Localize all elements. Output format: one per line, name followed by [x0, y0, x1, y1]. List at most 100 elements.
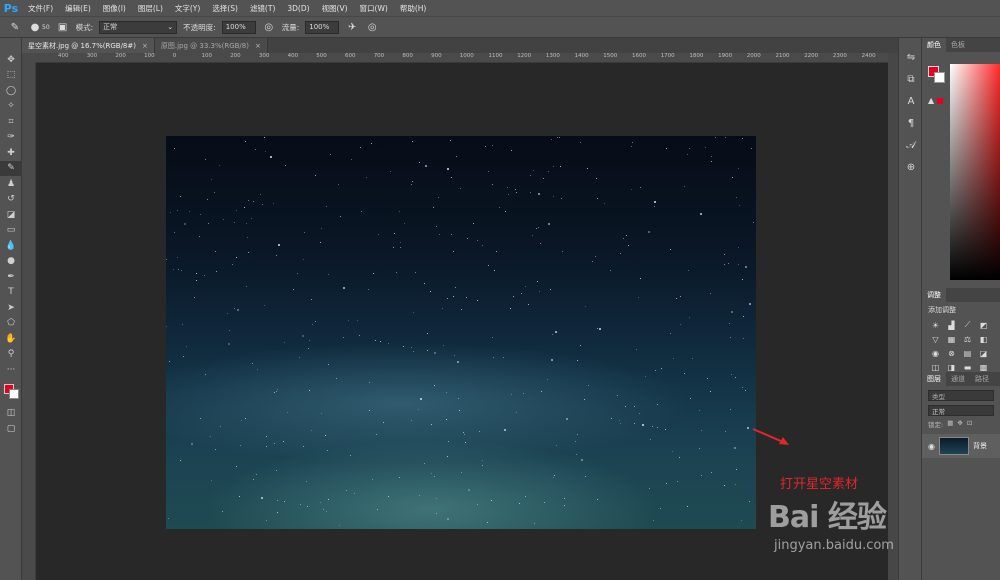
levels-icon[interactable]: ▟ — [946, 320, 957, 330]
menu-image[interactable]: 图像(I) — [97, 3, 132, 14]
background-color-swatch[interactable] — [9, 388, 19, 399]
opacity-input[interactable]: 100% — [221, 20, 256, 34]
black-white-icon[interactable]: ◧ — [978, 334, 989, 344]
gamut-swatch[interactable] — [937, 98, 943, 104]
glyph-icon[interactable]: 𝒜 — [899, 134, 923, 156]
tab-swatches[interactable]: 色板 — [946, 38, 970, 52]
pressure-opacity-icon[interactable]: ◎ — [262, 20, 276, 34]
type-tool-icon[interactable]: T — [0, 285, 22, 301]
menu-window[interactable]: 窗口(W) — [354, 3, 394, 14]
selective-color-icon[interactable]: ▩ — [978, 362, 989, 372]
chevron-down-icon: ⌄ — [167, 23, 174, 31]
tab-adjustments[interactable]: 调整 — [922, 288, 946, 302]
path-select-tool-icon[interactable]: ➤ — [0, 300, 22, 316]
brightness-icon[interactable]: ☀ — [930, 320, 941, 330]
star-dot — [518, 502, 520, 504]
blend-mode-select[interactable]: 正常 — [928, 405, 994, 416]
blur-tool-icon[interactable]: 💧 — [0, 238, 22, 254]
color-picker-field[interactable] — [950, 64, 1000, 280]
layer-row[interactable]: ◉ 背景 — [922, 434, 1000, 458]
menu-layer[interactable]: 图层(L) — [132, 3, 169, 14]
eyedropper-tool-icon[interactable]: ✑ — [0, 130, 22, 146]
move-tool-icon[interactable]: ✥ — [0, 52, 22, 68]
close-icon[interactable]: × — [142, 42, 148, 50]
background-color-swatch[interactable] — [934, 72, 945, 83]
photo-filter-icon[interactable]: ◉ — [930, 348, 941, 358]
lasso-tool-icon[interactable]: ◯ — [0, 83, 22, 99]
menu-view[interactable]: 视图(V) — [316, 3, 354, 14]
exposure-icon[interactable]: ◩ — [978, 320, 989, 330]
brush-preset-icon[interactable]: ● — [28, 20, 42, 34]
tab-layers[interactable]: 图层 — [922, 372, 946, 386]
star-dot — [222, 511, 224, 513]
pen-tool-icon[interactable]: ✒ — [0, 269, 22, 285]
brush-panel-icon[interactable]: ▣ — [56, 20, 70, 34]
tab-color[interactable]: 颜色 — [922, 38, 946, 52]
pressure-size-icon[interactable]: ◎ — [365, 20, 379, 34]
star-dot — [505, 210, 507, 212]
mode-value: 正常 — [103, 23, 118, 31]
more-tools-icon[interactable]: ··· — [0, 362, 22, 378]
color-balance-icon[interactable]: ⚖ — [962, 334, 973, 344]
zoom-tool-icon[interactable]: ⚲ — [0, 347, 22, 363]
lock-position-icon[interactable]: ✥ — [957, 419, 962, 429]
star-dot — [457, 361, 460, 364]
hand-tool-icon[interactable]: ✋ — [0, 331, 22, 347]
mode-select[interactable]: 正常 ⌄ — [99, 20, 178, 34]
visibility-eye-icon[interactable]: ◉ — [928, 442, 935, 451]
star-dot — [530, 191, 532, 193]
brush-tool-icon[interactable]: ✎ — [0, 160, 22, 176]
quick-mask-icon[interactable]: ◫ — [0, 406, 22, 422]
brush-tool-icon[interactable]: ✎ — [8, 20, 22, 34]
gradient-tool-icon[interactable]: ▭ — [0, 223, 22, 239]
dodge-tool-icon[interactable]: ● — [0, 254, 22, 270]
menu-3d[interactable]: 3D(D) — [281, 4, 315, 13]
quick-select-tool-icon[interactable]: ✧ — [0, 99, 22, 115]
shape-tool-icon[interactable]: ⬠ — [0, 316, 22, 332]
libraries-icon[interactable]: ⊕ — [899, 156, 923, 178]
star-dot — [447, 168, 450, 171]
color-lookup-icon[interactable]: ▤ — [962, 348, 973, 358]
menu-filter[interactable]: 滤镜(T) — [244, 3, 281, 14]
close-icon[interactable]: × — [255, 42, 261, 50]
star-dot — [377, 509, 379, 511]
paragraph-icon[interactable]: ¶ — [899, 112, 923, 134]
history-brush-tool-icon[interactable]: ↺ — [0, 192, 22, 208]
channel-mixer-icon[interactable]: ⊗ — [946, 348, 957, 358]
layer-filter-input[interactable]: 类型 — [928, 390, 994, 401]
flow-input[interactable]: 100% — [305, 20, 340, 34]
lock-all-icon[interactable]: ⊡ — [967, 419, 972, 429]
tab-paths[interactable]: 路径 — [970, 372, 994, 386]
screen-mode-icon[interactable]: ▢ — [0, 421, 22, 437]
invert-icon[interactable]: ◪ — [978, 348, 989, 358]
lock-pixels-icon[interactable]: ▦ — [947, 419, 953, 429]
star-dot — [412, 180, 414, 182]
airbrush-icon[interactable]: ✈ — [345, 20, 359, 34]
gradient-map-icon[interactable]: ▬ — [962, 362, 973, 372]
menu-select[interactable]: 选择(S) — [206, 3, 244, 14]
vibrance-icon[interactable]: ▽ — [930, 334, 941, 344]
properties-icon[interactable]: ⧉ — [899, 68, 923, 90]
menu-file[interactable]: 文件(F) — [22, 3, 59, 14]
menu-type[interactable]: 文字(Y) — [169, 3, 206, 14]
posterize-icon[interactable]: ◫ — [930, 362, 941, 372]
threshold-icon[interactable]: ◨ — [946, 362, 957, 372]
tab-starry-sky[interactable]: 星空素材.jpg @ 16.7%(RGB/8#) × — [22, 38, 155, 53]
menu-help[interactable]: 帮助(H) — [394, 3, 433, 14]
ruler-tick-label: 2200 — [804, 53, 819, 59]
curves-icon[interactable]: ⟋ — [962, 320, 973, 330]
stamp-tool-icon[interactable]: ♟ — [0, 176, 22, 192]
star-dot — [603, 203, 605, 205]
tab-channels[interactable]: 通道 — [946, 372, 970, 386]
swap-colors-icon[interactable] — [0, 378, 22, 406]
star-dot — [585, 306, 587, 308]
character-icon[interactable]: A — [899, 90, 923, 112]
history-icon[interactable]: ⇋ — [899, 46, 923, 68]
eraser-tool-icon[interactable]: ◪ — [0, 207, 22, 223]
healing-tool-icon[interactable]: ✚ — [0, 145, 22, 161]
crop-tool-icon[interactable]: ⌗ — [0, 114, 22, 130]
marquee-tool-icon[interactable]: ⬚ — [0, 68, 22, 84]
tab-original[interactable]: 原图.jpg @ 33.3%(RGB/8) × — [154, 38, 268, 53]
menu-edit[interactable]: 编辑(E) — [59, 3, 97, 14]
hue-saturation-icon[interactable]: ▦ — [946, 334, 957, 344]
